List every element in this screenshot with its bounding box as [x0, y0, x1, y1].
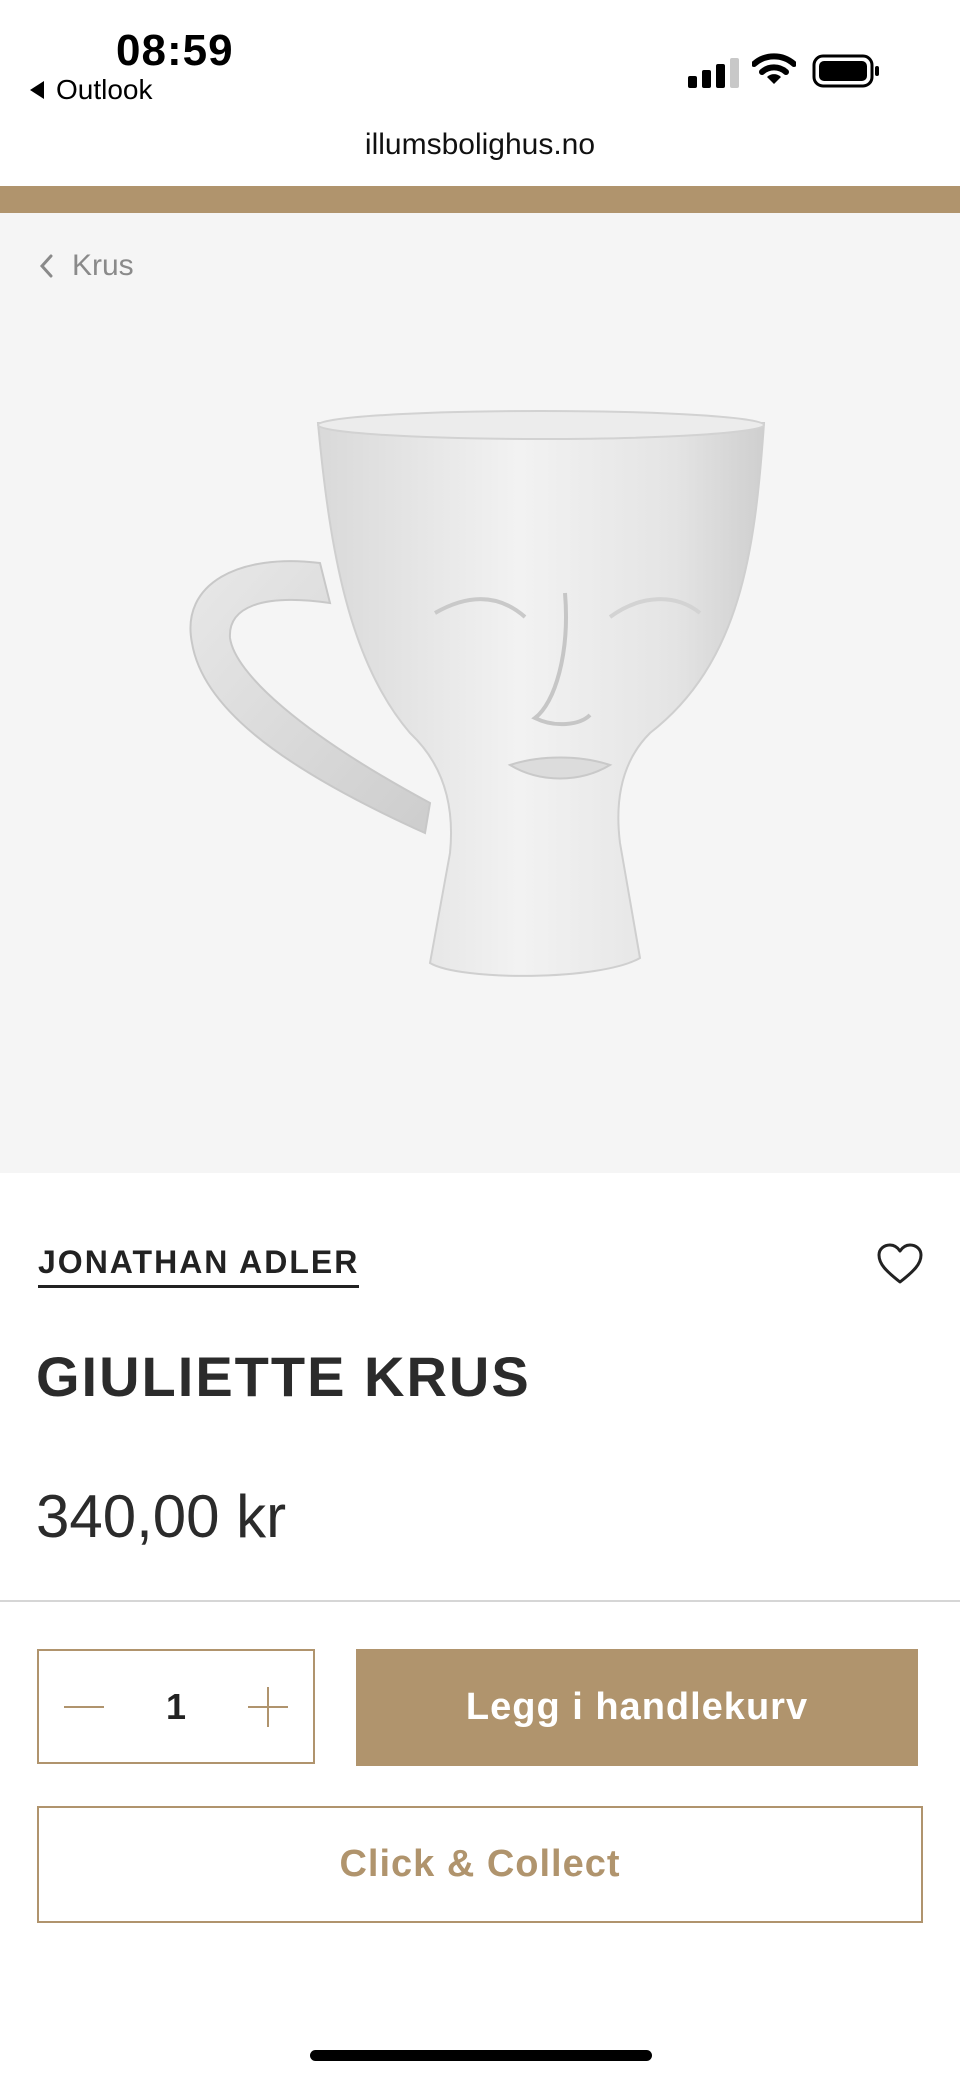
product-image-area: Krus: [0, 213, 960, 1173]
cellular-signal-icon: [688, 56, 739, 88]
wifi-icon: [752, 53, 796, 84]
plus-icon: [248, 1686, 288, 1727]
product-price: 340,00 kr: [36, 1483, 287, 1550]
increase-quantity-button[interactable]: [223, 1651, 313, 1762]
chevron-left-icon: [39, 254, 53, 278]
quantity-stepper: 1: [37, 1649, 315, 1764]
address-bar-url[interactable]: illumsbolighus.no: [0, 128, 960, 162]
header-accent-bar: [0, 186, 960, 213]
home-indicator[interactable]: [310, 2050, 652, 2061]
back-to-app-link[interactable]: Outlook: [30, 74, 153, 106]
heart-icon[interactable]: [876, 1242, 924, 1286]
click-and-collect-button[interactable]: Click & Collect: [37, 1806, 923, 1923]
product-image[interactable]: [180, 403, 780, 1003]
status-bar: 08:59 Outlook: [0, 0, 960, 120]
quantity-value[interactable]: 1: [166, 1686, 186, 1728]
status-time: 08:59: [116, 26, 234, 75]
product-title: GIULIETTE KRUS: [36, 1345, 531, 1408]
add-to-cart-button[interactable]: Legg i handlekurv: [356, 1649, 918, 1766]
battery-icon: [812, 54, 879, 88]
decrease-quantity-button[interactable]: [39, 1651, 129, 1762]
breadcrumb[interactable]: Krus: [38, 249, 134, 283]
back-triangle-icon: [30, 81, 44, 99]
minus-icon: [64, 1705, 104, 1708]
back-app-label: Outlook: [56, 74, 153, 105]
divider: [0, 1600, 960, 1602]
brand-link[interactable]: JONATHAN ADLER: [38, 1244, 360, 1288]
breadcrumb-label: Krus: [72, 249, 134, 282]
